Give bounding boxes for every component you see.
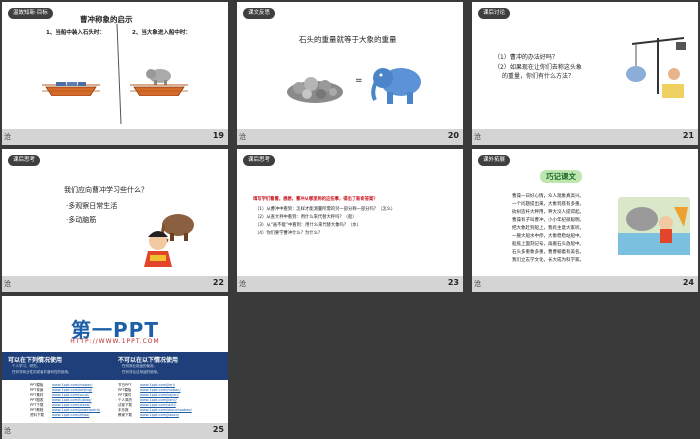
link-7[interactable]: www.1ppt.com/ziliao/ [52,413,89,417]
slide-number: 25 [212,425,224,434]
link2-3[interactable]: www.1ppt.com/kejian/ [140,393,179,397]
exercise-heading: 填写学们看看，想想，曹冲从哪里称的这些事，得出了新奇答案？ [253,197,378,202]
exercise-line-1: （1）从曹冲中看到：怎样才能测量所需的另一部分称一部分吗？（怎么） [255,207,396,212]
slide-number: 22 [212,278,224,287]
slide-thumbnail-19[interactable]: 温故知新·目标 曹冲称象的启示 1、当船中装入石头时： 2、当大象进入船中时： … [2,2,228,145]
exercise-line-4: （4）你们要学曹冲什么？为什么？ [255,231,323,236]
slide-thumbnail-23[interactable]: 课后思考 填写学们看看，想想，曹冲从哪里称的这些事，得出了新奇答案？ （1）从曹… [237,149,463,292]
slide-tag: 课后思考 [243,155,276,166]
brand-url: HTTP://WWW.1PPT.COM [70,338,160,345]
slide-canvas: 课后思考 填写学们看看，想想，曹冲从哪里称的这些事，得出了新奇答案？ （1）从曹… [237,149,463,276]
can-item-2: 任何非商业性的或者非营利性的使用。 [12,370,72,374]
caption-mark: 沧 [474,133,481,141]
slide-thumbnail-20[interactable]: 课文反思 石头的重量就等于大象的重量 = 沧 20 [237,2,463,145]
thumbnail-caption: 沧 21 [472,129,698,145]
slide-number: 20 [447,131,459,140]
poem-line-5: 把大象赶到船上，我有主意大家听。 [512,226,584,231]
boy-with-elephant-icon [144,214,194,267]
slide-thumbnail-25[interactable]: 第一PPT HTTP://WWW.1PPT.COM 可以在下列情况使用 不可以在… [2,296,228,439]
slide-number: 23 [447,278,459,287]
slide-thumbnail-21[interactable]: 课后讨论 （1）曹冲的办法好吗？ （2）如果现在让你们去称这头象 的重量，你们有… [472,2,698,145]
question: 我们应向曹冲学习些什么？ [64,186,148,194]
caption-mark: 沧 [4,280,11,288]
poem-line-8: 石头多重象多重，曹曹躺着有美名。 [512,250,584,255]
right-label: 2、当大象进入船中时： [132,30,191,36]
question-2a: （2）如果现在让你们去称这头象 [494,64,582,71]
slide-tag: 课后思考 [8,155,41,166]
slide-canvas: 课后讨论 （1）曹冲的办法好吗？ （2）如果现在让你们去称这头象 的重量，你们有… [472,2,698,129]
thumbnail-caption: 沧 22 [2,276,228,292]
slide-number: 21 [682,131,694,140]
slide-tag: 课文反思 [243,8,276,19]
stone-pile-icon [287,77,343,103]
bullet-1: ·多观察日常生活 [66,202,118,210]
slide-number: 19 [212,131,224,140]
link2-2[interactable]: www.1ppt.com/moban/ [140,388,181,392]
link-2[interactable]: www.1ppt.com/beijing/ [52,388,92,392]
poem-line-9: 我们立志学文化，长大成为科学家。 [512,258,584,263]
link-label2-7: 教案下载 [118,413,132,417]
caption-mark: 沧 [239,280,246,288]
slide-tag: 课后讨论 [478,8,511,19]
caption-mark: 沧 [4,133,11,141]
link-5[interactable]: www.1ppt.com/xiazai/ [52,403,91,407]
thumbnail-caption: 沧 24 [472,276,698,292]
link-6[interactable]: www.1ppt.com/powerpoint/ [52,408,100,412]
slide-title: 曹冲称象的启示 [80,15,133,24]
link2-5[interactable]: www.1ppt.com/shiti/ [140,403,176,407]
caption-mark: 沧 [4,427,11,435]
slide-thumbnail-24[interactable]: 课外拓展 巧记课文 曹操一日好心情，众人观象真高兴。 一个问题提出来，大象到底有… [472,149,698,292]
slide-canvas: 课后思考 我们应向曹冲学习些什么？ ·多观察日常生活 ·多动脑筋 [2,149,228,276]
slide-title: 石头的重量就等于大象的重量 [299,35,397,44]
question-1: （1）曹冲的办法好吗？ [494,54,558,61]
slide-tag: 课外拓展 [478,155,511,166]
thumbnail-caption: 沧 20 [237,129,463,145]
cannot-item-1: 任何商业用途的使用。 [122,364,157,368]
boat-with-stones-icon [42,82,100,96]
link2-4[interactable]: www.1ppt.com/jianli/ [140,398,177,402]
poem-line-7: 船舷上面刻记号，再搬石头放船中。 [512,242,584,247]
slide-tag: 温故知新·目标 [8,8,53,19]
thumbnail-caption: 沧 19 [2,129,228,145]
slide-thumbnail-22[interactable]: 课后思考 我们应向曹冲学习些什么？ ·多观察日常生活 ·多动脑筋 沧 22 [2,149,228,292]
thumbnail-caption: 沧 23 [237,276,463,292]
caption-mark: 沧 [239,133,246,141]
poem-badge: 巧记课文 [540,170,582,183]
poem-line-3: 砍树造杆大秤用，秤大没人提得起。 [512,210,584,215]
slide-canvas: 课文反思 石头的重量就等于大象的重量 = [237,2,463,129]
slide-canvas: 课外拓展 巧记课文 曹操一日好心情，众人观象真高兴。 一个问题提出来，大象到底有… [472,149,698,276]
can-item-1: 个人学习、研究。 [12,364,40,368]
link-1[interactable]: www.1ppt.com/moban/ [52,383,93,387]
poem-line-6: 一艘大船水中停，大象稳稳站船中。 [512,234,584,239]
link-label-7: 资料下载 [30,413,44,417]
question-2b: 的重量，你们有什么方法？ [502,73,575,80]
story-illustration-icon [618,197,690,255]
link-3[interactable]: www.1ppt.com/sucai/ [52,393,89,397]
exercise-line-3: （3）从“画不能”中看到：用什么来代替大象吗？（水） [255,223,362,228]
thumbnail-caption: 沧 25 [2,423,228,439]
slide-canvas: 温故知新·目标 曹冲称象的启示 1、当船中装入石头时： 2、当大象进入船中时： [2,2,228,129]
slide-number: 24 [682,278,694,287]
boat-with-elephant-icon [130,84,188,96]
link2-6[interactable]: www.1ppt.com/shouchaobao/ [140,408,192,412]
poem-line-1: 曹操一日好心情，众人观象真高兴。 [512,194,584,199]
divider-line-icon [116,24,122,124]
cannot-use-title: 不可以在以下情况使用 [118,357,179,364]
link2-1[interactable]: www.1ppt.com/jieri/ [140,383,175,387]
link-4[interactable]: www.1ppt.com/tubiao/ [52,398,91,402]
poem-line-2: 一个问题提出来，大象到底有多重。 [512,202,584,207]
bullet-2: ·多动脑筋 [66,216,97,224]
cannot-item-2: 任何非合法用途的使用。 [122,370,161,374]
left-label: 1、当船中装入石头时： [46,30,105,36]
slide-canvas: 第一PPT HTTP://WWW.1PPT.COM 可以在下列情况使用 不可以在… [2,296,228,423]
can-use-title: 可以在下列情况使用 [8,357,63,364]
equals-sign: = [355,76,363,86]
blue-elephant-icon [371,68,421,104]
poem-line-4: 曹操有子叫曹冲，小小年纪很聪明。 [512,218,584,223]
link2-7[interactable]: www.1ppt.com/jiaoan/ [140,413,179,417]
exercise-line-2: （2）从查大秤中看到：用什么来代替大秤吗？（船） [255,215,357,220]
scale-with-elephant-icon [626,37,686,98]
caption-mark: 沧 [474,280,481,288]
